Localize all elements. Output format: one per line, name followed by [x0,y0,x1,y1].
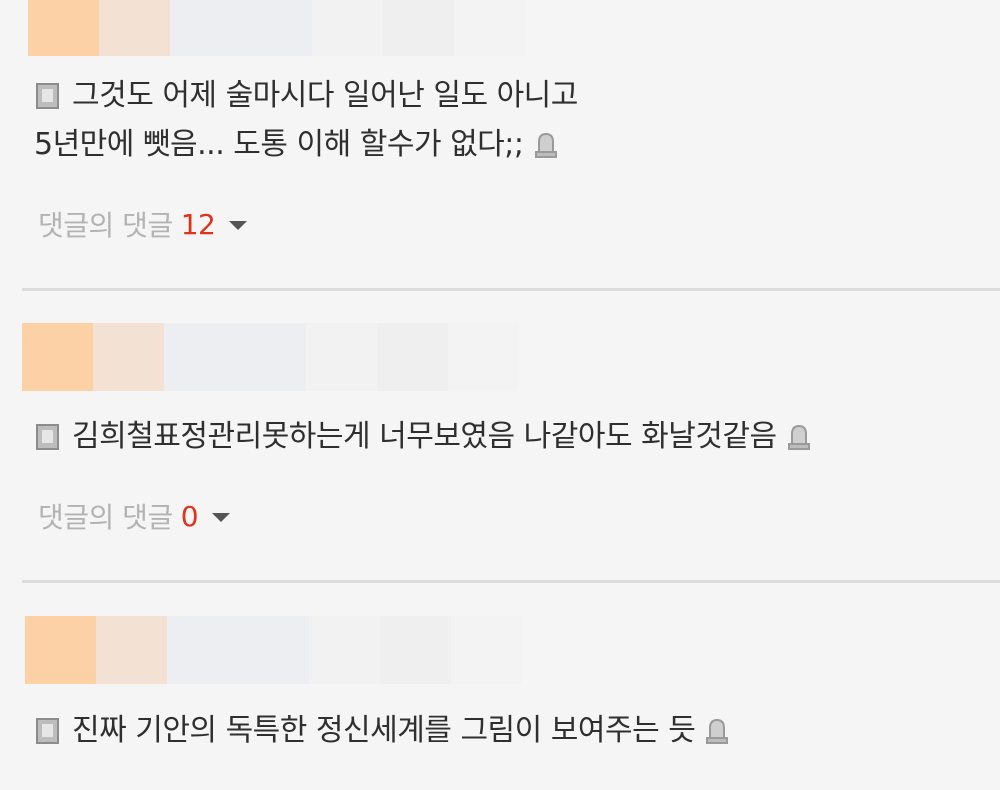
bell-icon[interactable] [785,422,813,452]
document-icon [36,424,59,450]
comment-text: 5년만에 뺏음... 도통 이해 할수가 없다;; [34,127,524,162]
comment-text-line: 진짜 기안의 독특한 정신세계를 그림이 보여주는 듯 [34,713,731,749]
comment-text: 그것도 어제 술마시다 일어난 일도 아니고 [72,78,578,113]
comment-item: 김희철표정관리못하는게 너무보였음 나같아도 화날것같음 댓글의 댓글 0 [0,291,1000,579]
comment-text-line: 김희철표정관리못하는게 너무보였음 나같아도 화날것같음 [34,419,813,455]
reply-toggle[interactable]: 댓글의 댓글 0 [38,496,231,536]
reply-count: 0 [180,499,199,533]
comment-text: 김희철표정관리못하는게 너무보였음 나같아도 화날것같음 [72,419,777,454]
comment-text: 진짜 기안의 독특한 정신세계를 그림이 보여주는 듯 [72,713,696,748]
caret-down-icon [229,220,248,230]
comment-item: 그것도 어제 술마시다 일어난 일도 아니고 5년만에 뺏음... 도통 이해 … [0,0,1000,288]
bell-icon[interactable] [703,716,731,746]
comment-item: 진짜 기안의 독특한 정신세계를 그림이 보여주는 듯 [0,583,1000,790]
reply-label: 댓글의 댓글 [38,501,173,534]
author-avatar-blurred[interactable] [25,616,522,684]
caret-down-icon [212,512,231,522]
comment-text-line: 5년만에 뺏음... 도통 이해 할수가 없다;; [34,127,560,163]
bell-icon[interactable] [532,130,560,160]
author-avatar-blurred[interactable] [22,323,519,391]
document-icon [36,83,59,109]
reply-label: 댓글의 댓글 [38,209,173,242]
comment-text-line: 그것도 어제 술마시다 일어난 일도 아니고 [34,78,578,114]
reply-toggle[interactable]: 댓글의 댓글 12 [38,204,248,244]
reply-count: 12 [180,207,216,241]
author-avatar-blurred[interactable] [28,0,525,56]
document-icon [36,718,59,744]
